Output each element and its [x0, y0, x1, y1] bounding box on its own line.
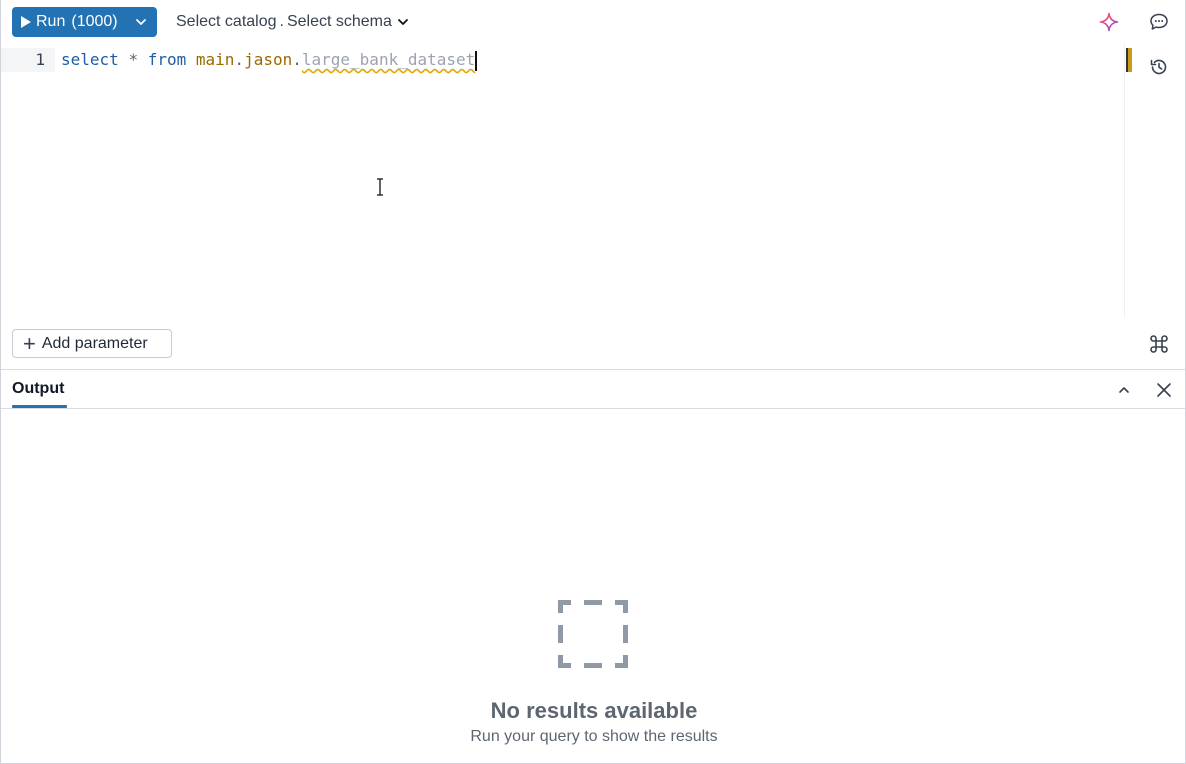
- catalog-schema-selector[interactable]: Select catalog . Select schema: [176, 10, 409, 34]
- run-main-action[interactable]: Run (1000): [12, 7, 125, 37]
- code-keyword-select: select: [61, 50, 119, 69]
- text-cursor: [475, 50, 478, 71]
- comment-icon[interactable]: [1147, 10, 1171, 34]
- ibeam-cursor-icon: [377, 178, 383, 196]
- code-table: large_bank_dataset: [301, 50, 476, 69]
- editor-toolbar: Run (1000) Select catalog . Select schem…: [1, 0, 1186, 44]
- code-line-1[interactable]: select * from main.jason.large_bank_data…: [61, 48, 478, 72]
- line-number: 1: [35, 50, 45, 69]
- chevron-down-icon: [136, 19, 146, 25]
- close-icon[interactable]: [1152, 378, 1176, 402]
- code-editor[interactable]: 1 select * from main.jason.large_bank_da…: [1, 44, 1125, 318]
- sql-editor-panel: Run (1000) Select catalog . Select schem…: [0, 0, 1186, 764]
- schema-label: Select schema: [286, 13, 392, 30]
- add-parameter-label: Add parameter: [41, 334, 148, 352]
- tab-bar-divider: [1, 408, 1186, 409]
- play-icon: [21, 16, 31, 28]
- add-parameter-button[interactable]: + Add parameter: [12, 329, 172, 358]
- code-catalog: main: [195, 50, 235, 69]
- panel-divider[interactable]: [1, 369, 1186, 370]
- empty-state-subtitle: Run your query to show the results: [470, 728, 718, 745]
- catalog-label: Select catalog: [176, 13, 277, 30]
- tab-output[interactable]: Output: [12, 380, 64, 398]
- scrollbar-marker: [1126, 48, 1132, 72]
- code-star: *: [128, 50, 139, 69]
- empty-state-title: No results available: [490, 698, 698, 723]
- run-options-dropdown[interactable]: [125, 7, 157, 37]
- run-button[interactable]: Run (1000): [12, 7, 157, 37]
- run-label: Run: [36, 13, 66, 30]
- assistant-sparkle-icon[interactable]: [1097, 10, 1121, 34]
- code-dot: .: [234, 50, 245, 69]
- code-schema: jason: [244, 50, 293, 69]
- chevron-down-icon: [398, 19, 408, 25]
- run-limit: (1000): [71, 13, 118, 30]
- code-keyword-from: from: [147, 50, 187, 69]
- history-icon[interactable]: [1147, 55, 1171, 79]
- command-key-icon[interactable]: [1147, 332, 1171, 356]
- plus-icon: +: [23, 330, 36, 356]
- collapse-chevron-icon[interactable]: [1112, 378, 1136, 402]
- code-dot: .: [292, 50, 302, 69]
- empty-results-icon: [558, 600, 628, 668]
- catalog-separator: .: [279, 13, 284, 30]
